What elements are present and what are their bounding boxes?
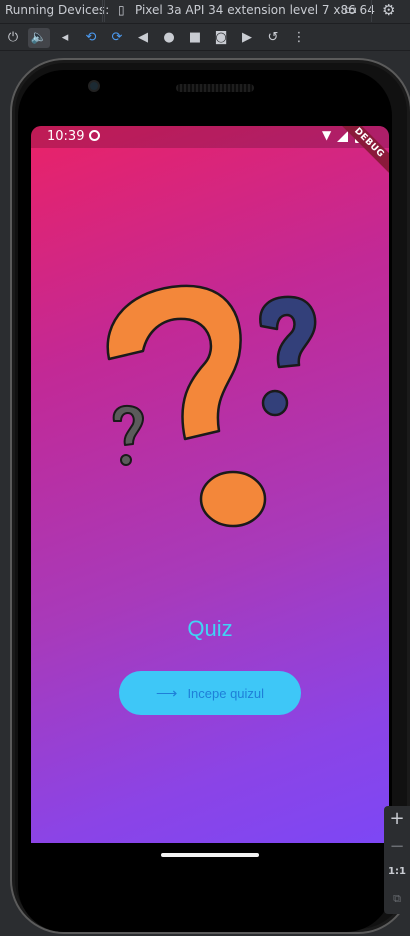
question-marks-illustration — [106, 284, 317, 528]
rotate-left-icon[interactable]: ⟲ — [80, 28, 102, 48]
grey-question-dot-icon — [120, 454, 132, 466]
phone-icon: ▯ — [118, 3, 125, 17]
ide-window: Running Devices: ▯ Pixel 3a API 34 exten… — [0, 0, 410, 936]
gesture-nav-area — [31, 843, 389, 883]
gear-icon[interactable]: ⚙ — [382, 1, 395, 19]
fit-screen-icon[interactable]: ⧉ — [384, 892, 410, 906]
sync-icon — [89, 130, 100, 141]
device-toolbar: ⏻ 🔈 ◂ ⟲ ⟳ ◀ ● ■ ◙ ▶ ↺ ⋮ — [0, 23, 410, 51]
start-quiz-label: Incepe quizul — [187, 685, 265, 701]
speaker-grille — [176, 84, 254, 92]
overview-icon[interactable]: ■ — [184, 28, 206, 48]
home-icon[interactable]: ● — [158, 28, 180, 48]
status-bar: 10:39 ▼ — [31, 126, 389, 148]
start-quiz-button[interactable]: ⟶ Incepe quizul — [119, 671, 301, 715]
app-screen: 10:39 ▼ DEBUG Quiz ⟶ Incepe quizul — [31, 126, 389, 843]
divider — [371, 0, 372, 22]
signal-icon — [337, 131, 348, 142]
volume-down-icon[interactable]: ◂ — [54, 28, 76, 48]
wifi-icon: ▼ — [322, 128, 332, 142]
home-indicator[interactable] — [161, 853, 259, 857]
device-tab-label: Pixel 3a API 34 extension level 7 x86 64 — [135, 3, 375, 17]
status-time: 10:39 — [47, 129, 85, 144]
quiz-title: Quiz — [187, 616, 233, 641]
blue-question-dot-icon — [261, 389, 289, 417]
volume-up-icon[interactable]: 🔈 — [28, 28, 50, 48]
power-icon[interactable]: ⏻ — [2, 28, 24, 48]
panel-title: Running Devices: — [5, 3, 110, 17]
back-icon[interactable]: ◀ — [132, 28, 154, 48]
big-question-dot-icon — [199, 470, 267, 528]
screenshot-icon[interactable]: ◙ — [210, 28, 232, 48]
ide-title-bar: Running Devices: ▯ Pixel 3a API 34 exten… — [0, 0, 410, 22]
actual-size-button[interactable]: 1:1 — [384, 866, 410, 877]
device-tab[interactable]: ▯ Pixel 3a API 34 extension level 7 x86 … — [104, 0, 381, 22]
rotate-right-icon[interactable]: ⟳ — [106, 28, 128, 48]
blue-question-mark-icon — [259, 295, 317, 369]
more-icon[interactable]: ⋮ — [288, 28, 310, 48]
zoom-out-button[interactable]: − — [384, 836, 410, 857]
arrow-right-icon: ⟶ — [155, 685, 178, 702]
grey-question-mark-icon — [112, 404, 144, 446]
big-question-mark-icon — [106, 284, 242, 441]
zoom-controls: + − 1:1 ⧉ — [384, 806, 410, 914]
camera-icon — [88, 80, 100, 92]
window-icon[interactable]: ▭ — [344, 2, 357, 18]
reset-icon[interactable]: ↺ — [262, 28, 284, 48]
zoom-in-button[interactable]: + — [384, 808, 410, 829]
divider — [102, 0, 103, 22]
screen-record-icon[interactable]: ▶ — [236, 28, 258, 48]
